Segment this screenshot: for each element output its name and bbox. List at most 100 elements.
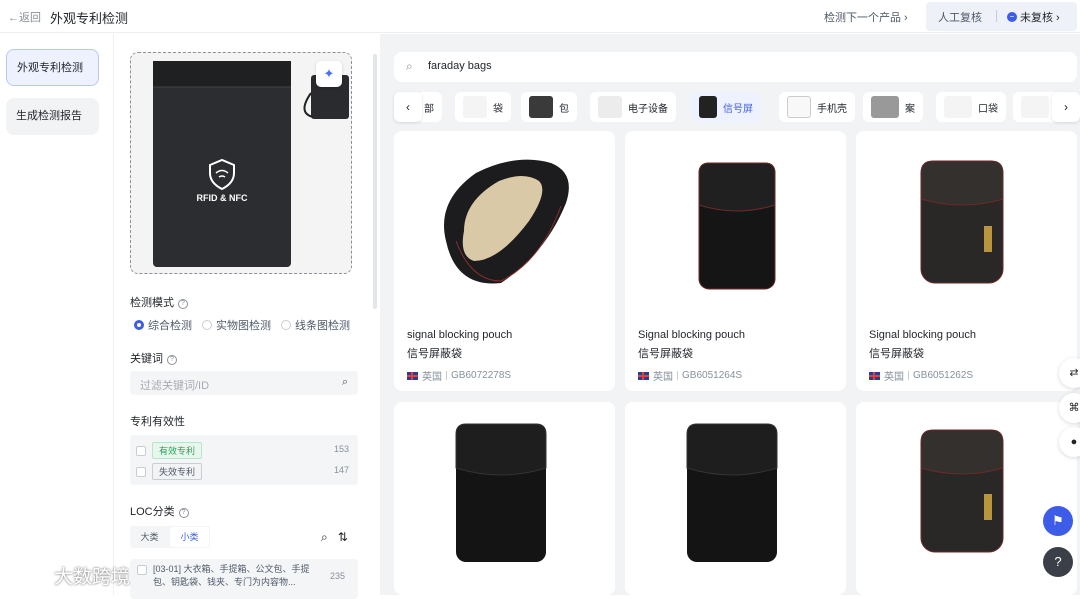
panel-scrollbar[interactable] <box>373 54 377 309</box>
loc-item-count: 235 <box>330 571 346 581</box>
radio-icon <box>281 320 291 330</box>
category-label: 信号屏 <box>723 103 753 115</box>
loc-item-text: [03-01] 大衣箱、手提箱、公文包、手提包、钥匙袋、钱夹、专门为内容物... <box>153 564 310 587</box>
category-chip[interactable]: 手机壳 <box>779 92 855 122</box>
chevron-right-icon[interactable]: › <box>1052 92 1080 122</box>
loc-label-text: LOC分类 <box>130 506 175 518</box>
manual-review-button[interactable]: 人工复核 <box>938 9 982 25</box>
keyword-input[interactable]: 过滤关键词/ID ⌕ <box>130 371 358 395</box>
watermark-icon <box>12 565 48 584</box>
result-image <box>394 131 615 316</box>
sidebar-item-generate-report[interactable]: 生成检测报告 <box>6 98 99 135</box>
tab-minor[interactable]: 小类 <box>170 527 209 547</box>
mode-radio-line[interactable]: 线条图检测 <box>281 317 350 333</box>
mode-label: 检测模式? <box>130 294 188 310</box>
tab-major[interactable]: 大类 <box>130 526 169 548</box>
category-chip[interactable]: 电子设备 <box>590 92 676 122</box>
radio-icon <box>202 320 212 330</box>
result-meta: 英国 GB6051264S <box>638 368 742 383</box>
result-country: 英国 <box>884 372 904 383</box>
category-thumbnail <box>871 96 899 118</box>
result-id: GB6051264S <box>682 370 743 381</box>
mode-radio-group: 综合检测 实物图检测 线条图检测 <box>134 317 350 333</box>
search-icon: ⌕ <box>406 59 413 73</box>
help-icon[interactable]: ? <box>167 355 177 365</box>
watermark-text: 大数跨境 <box>54 567 131 588</box>
top-bar: ←返回 外观专利检测 检测下一个产品 › 人工复核 − 未复核 › <box>0 0 1080 33</box>
keyword-label-text: 关键词 <box>130 353 163 365</box>
result-title-en: signal blocking pouch <box>407 329 513 341</box>
divider <box>996 10 997 22</box>
category-label: 电子设备 <box>628 103 668 115</box>
result-title-zh: 信号屏蔽袋 <box>407 348 462 360</box>
result-title-en: Signal blocking pouch <box>869 329 977 341</box>
result-id: GB6051262S <box>913 370 974 381</box>
mode-label-text: 检测模式 <box>130 297 174 309</box>
category-thumbnail <box>944 96 972 118</box>
search-icon[interactable]: ⌕ <box>342 376 348 389</box>
uk-flag-icon <box>407 371 418 380</box>
category-label: 袋 <box>493 103 503 115</box>
category-chip[interactable]: 袋 <box>455 92 511 122</box>
validity-label: 专利有效性 <box>130 416 185 428</box>
review-status-button[interactable]: − 未复核 › <box>1007 9 1060 25</box>
invalid-count: 147 <box>334 465 350 475</box>
back-button[interactable]: ←返回 <box>8 9 41 25</box>
category-strip: 部 袋 包 电子设备 信号屏 手机壳 案 口袋 <box>394 90 1080 124</box>
category-thumbnail <box>787 96 811 118</box>
search-icon[interactable]: ⌕ <box>321 530 328 545</box>
flag-icon[interactable]: ⚑ <box>1043 506 1073 536</box>
result-meta: 英国 GB6072278S <box>407 368 511 383</box>
validity-valid[interactable]: 有效专利 <box>136 442 203 459</box>
sidebar: 外观专利检测 生成检测报告 <box>0 34 114 595</box>
checkbox[interactable] <box>136 445 146 456</box>
result-country: 英国 <box>653 372 673 383</box>
keyword-placeholder: 过滤关键词/ID <box>140 380 210 392</box>
magic-wand-icon[interactable]: ✦ <box>316 61 342 87</box>
result-card[interactable] <box>625 402 846 595</box>
result-card[interactable]: signal blocking pouch 信号屏蔽袋 英国 GB6072278S <box>394 131 615 391</box>
category-label: 手机壳 <box>817 103 847 115</box>
result-id: GB6072278S <box>451 370 512 381</box>
result-title-zh: 信号屏蔽袋 <box>638 348 693 360</box>
search-value: faraday bags <box>428 60 492 72</box>
checkbox[interactable] <box>136 466 146 477</box>
chevron-left-icon[interactable]: ‹ <box>394 92 422 122</box>
help-button[interactable]: ? <box>1043 547 1073 577</box>
category-chip[interactable]: 包 <box>521 92 577 122</box>
result-card[interactable]: Signal blocking pouch 信号屏蔽袋 英国 GB6051262S <box>856 131 1077 391</box>
loc-label: LOC分类? <box>130 503 189 519</box>
result-image <box>394 402 615 587</box>
loc-tools: ⌕ ⇅ <box>321 530 348 545</box>
category-thumbnail <box>529 96 553 118</box>
minus-icon: − <box>1007 12 1017 22</box>
category-thumbnail <box>1021 96 1049 118</box>
result-card[interactable]: Signal blocking pouch 信号屏蔽袋 英国 GB6051264S <box>625 131 846 391</box>
sort-icon[interactable]: ⇅ <box>338 530 348 545</box>
help-icon[interactable]: ? <box>178 299 188 309</box>
search-input[interactable]: ⌕ faraday bags <box>394 52 1077 82</box>
category-chip[interactable]: 口袋 <box>936 92 1006 122</box>
sidebar-item-design-patent-check[interactable]: 外观专利检测 <box>6 49 99 86</box>
divider <box>446 371 447 380</box>
mode-option-label: 实物图检测 <box>216 320 271 332</box>
mode-radio-photo[interactable]: 实物图检测 <box>202 317 271 333</box>
result-title-zh: 信号屏蔽袋 <box>869 348 924 360</box>
validity-invalid[interactable]: 失效专利 <box>136 463 203 480</box>
radio-selected-icon <box>134 320 144 330</box>
mode-option-label: 线条图检测 <box>295 320 350 332</box>
divider <box>908 371 909 380</box>
mode-radio-comprehensive[interactable]: 综合检测 <box>134 317 192 333</box>
valid-tag: 有效专利 <box>152 442 203 459</box>
checkbox[interactable] <box>137 565 147 575</box>
image-text: RFID & NFC <box>197 193 248 203</box>
next-product-link[interactable]: 检测下一个产品 › <box>824 9 908 25</box>
loc-tabs: 大类 小类 <box>130 526 210 548</box>
category-chip[interactable]: 案 <box>863 92 923 122</box>
result-meta: 英国 GB6051262S <box>869 368 973 383</box>
help-icon[interactable]: ? <box>178 508 189 518</box>
category-thumbnail <box>463 96 487 118</box>
category-chip-selected[interactable]: 信号屏 <box>691 92 761 122</box>
category-label: 包 <box>559 103 569 115</box>
result-card[interactable] <box>394 402 615 595</box>
